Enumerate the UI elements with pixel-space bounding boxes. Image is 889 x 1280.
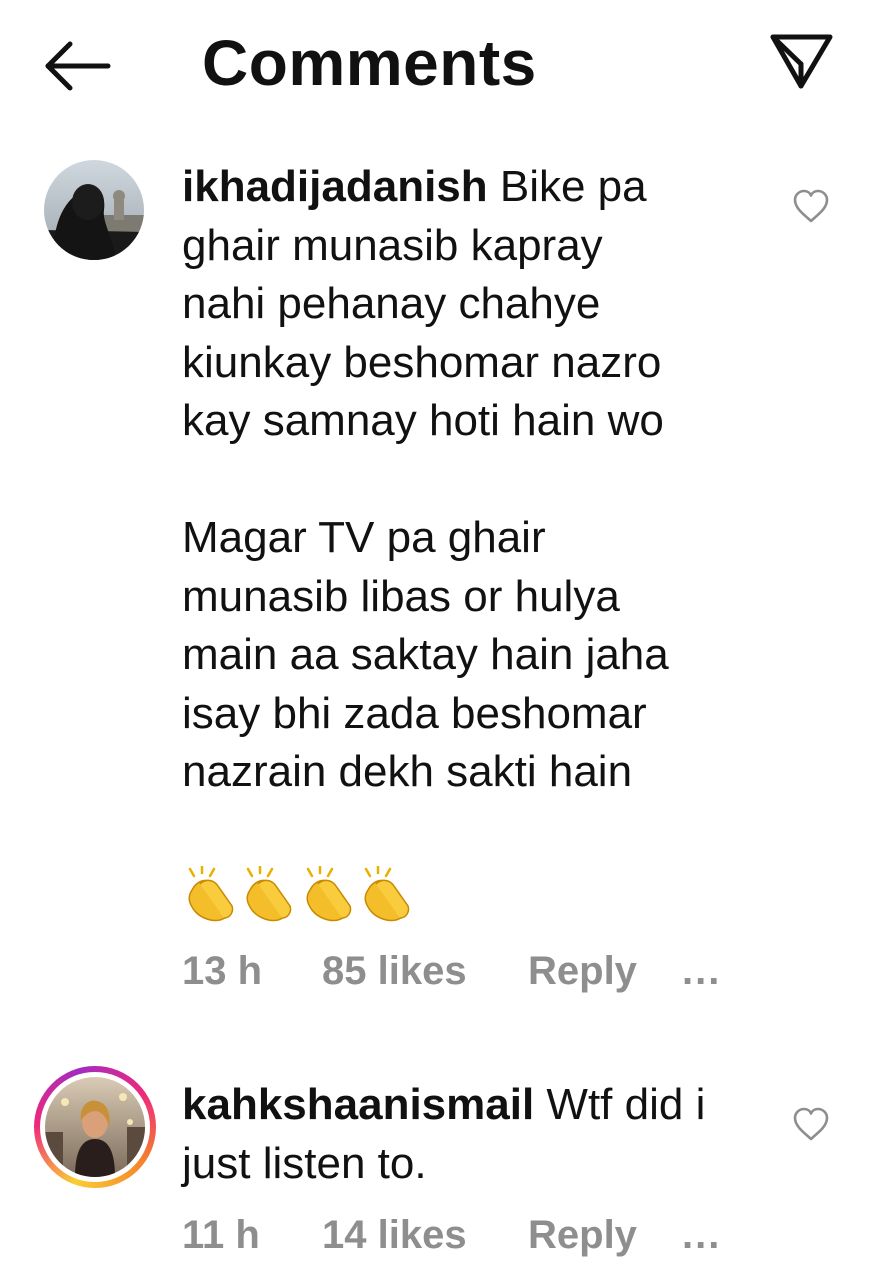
page-title: Comments [202,27,537,99]
avatar-photo [44,160,144,260]
comment-time: 11 h [182,1213,260,1257]
reply-button[interactable]: Reply [528,1210,637,1260]
likes-count[interactable]: 85 likes [322,946,467,996]
heart-outline-icon [793,1107,829,1141]
comment-text: Bike pa ghair munasib kapray nahi pehana… [182,162,669,796]
comment-username[interactable]: kahkshaanismail [182,1080,534,1129]
comments-header: Comments [0,0,889,125]
like-button[interactable] [792,1106,830,1142]
clapping-hands-icon [187,864,410,922]
comment-emoji [182,864,422,922]
more-options-button[interactable]: ... [682,1210,721,1260]
share-button[interactable] [768,30,834,92]
arrow-left-icon [45,41,111,91]
avatar[interactable] [44,160,144,260]
reply-button[interactable]: Reply [528,946,637,996]
paper-plane-icon [770,34,833,89]
avatar-photo [45,1077,145,1177]
likes-count[interactable]: 14 likes [322,1210,467,1260]
comment-time: 13 h [182,949,263,993]
back-button[interactable] [40,36,112,92]
comment-username[interactable]: ikhadijadanish [182,162,488,211]
heart-outline-icon [793,189,829,223]
like-button[interactable] [792,188,830,224]
more-options-button[interactable]: ... [682,946,721,996]
avatar[interactable] [34,1066,156,1188]
